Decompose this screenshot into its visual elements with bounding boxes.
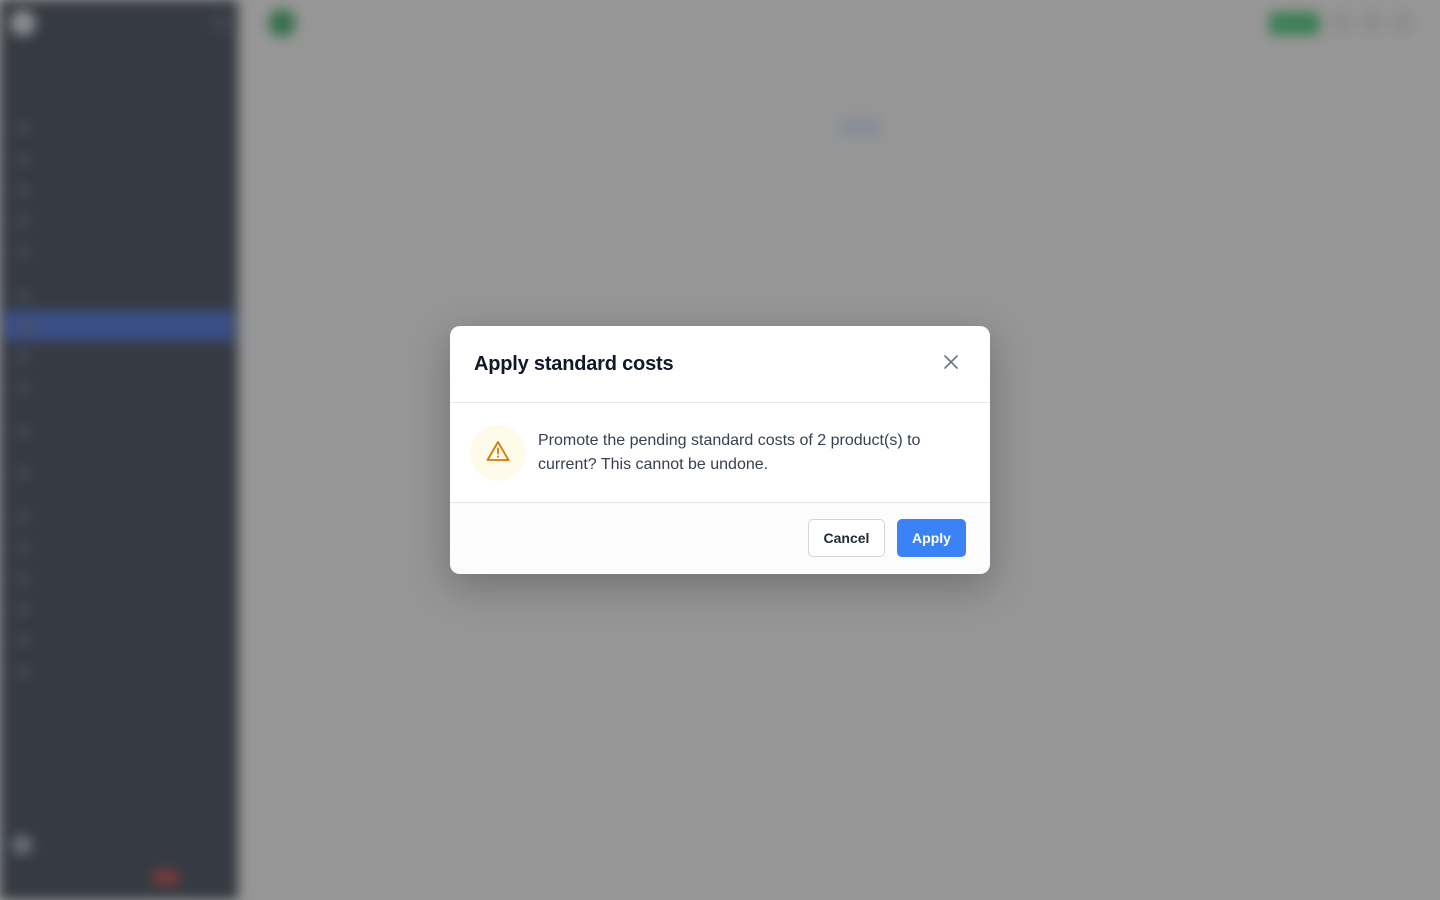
close-button[interactable]	[936, 349, 966, 379]
dialog-footer: Cancel Apply	[450, 503, 990, 573]
warning-badge	[470, 424, 526, 481]
dialog-title: Apply standard costs	[474, 352, 674, 375]
dialog-message: Promote the pending standard costs of 2 …	[538, 431, 921, 473]
close-icon	[943, 354, 959, 374]
dialog-body: Promote the pending standard costs of 2 …	[450, 403, 990, 503]
apply-button[interactable]: Apply	[897, 519, 966, 557]
cancel-button[interactable]: Cancel	[808, 519, 885, 557]
dialog-header: Apply standard costs	[450, 326, 990, 403]
warning-icon	[486, 440, 510, 466]
apply-standard-costs-dialog: Apply standard costs Promote the pending…	[450, 326, 990, 574]
